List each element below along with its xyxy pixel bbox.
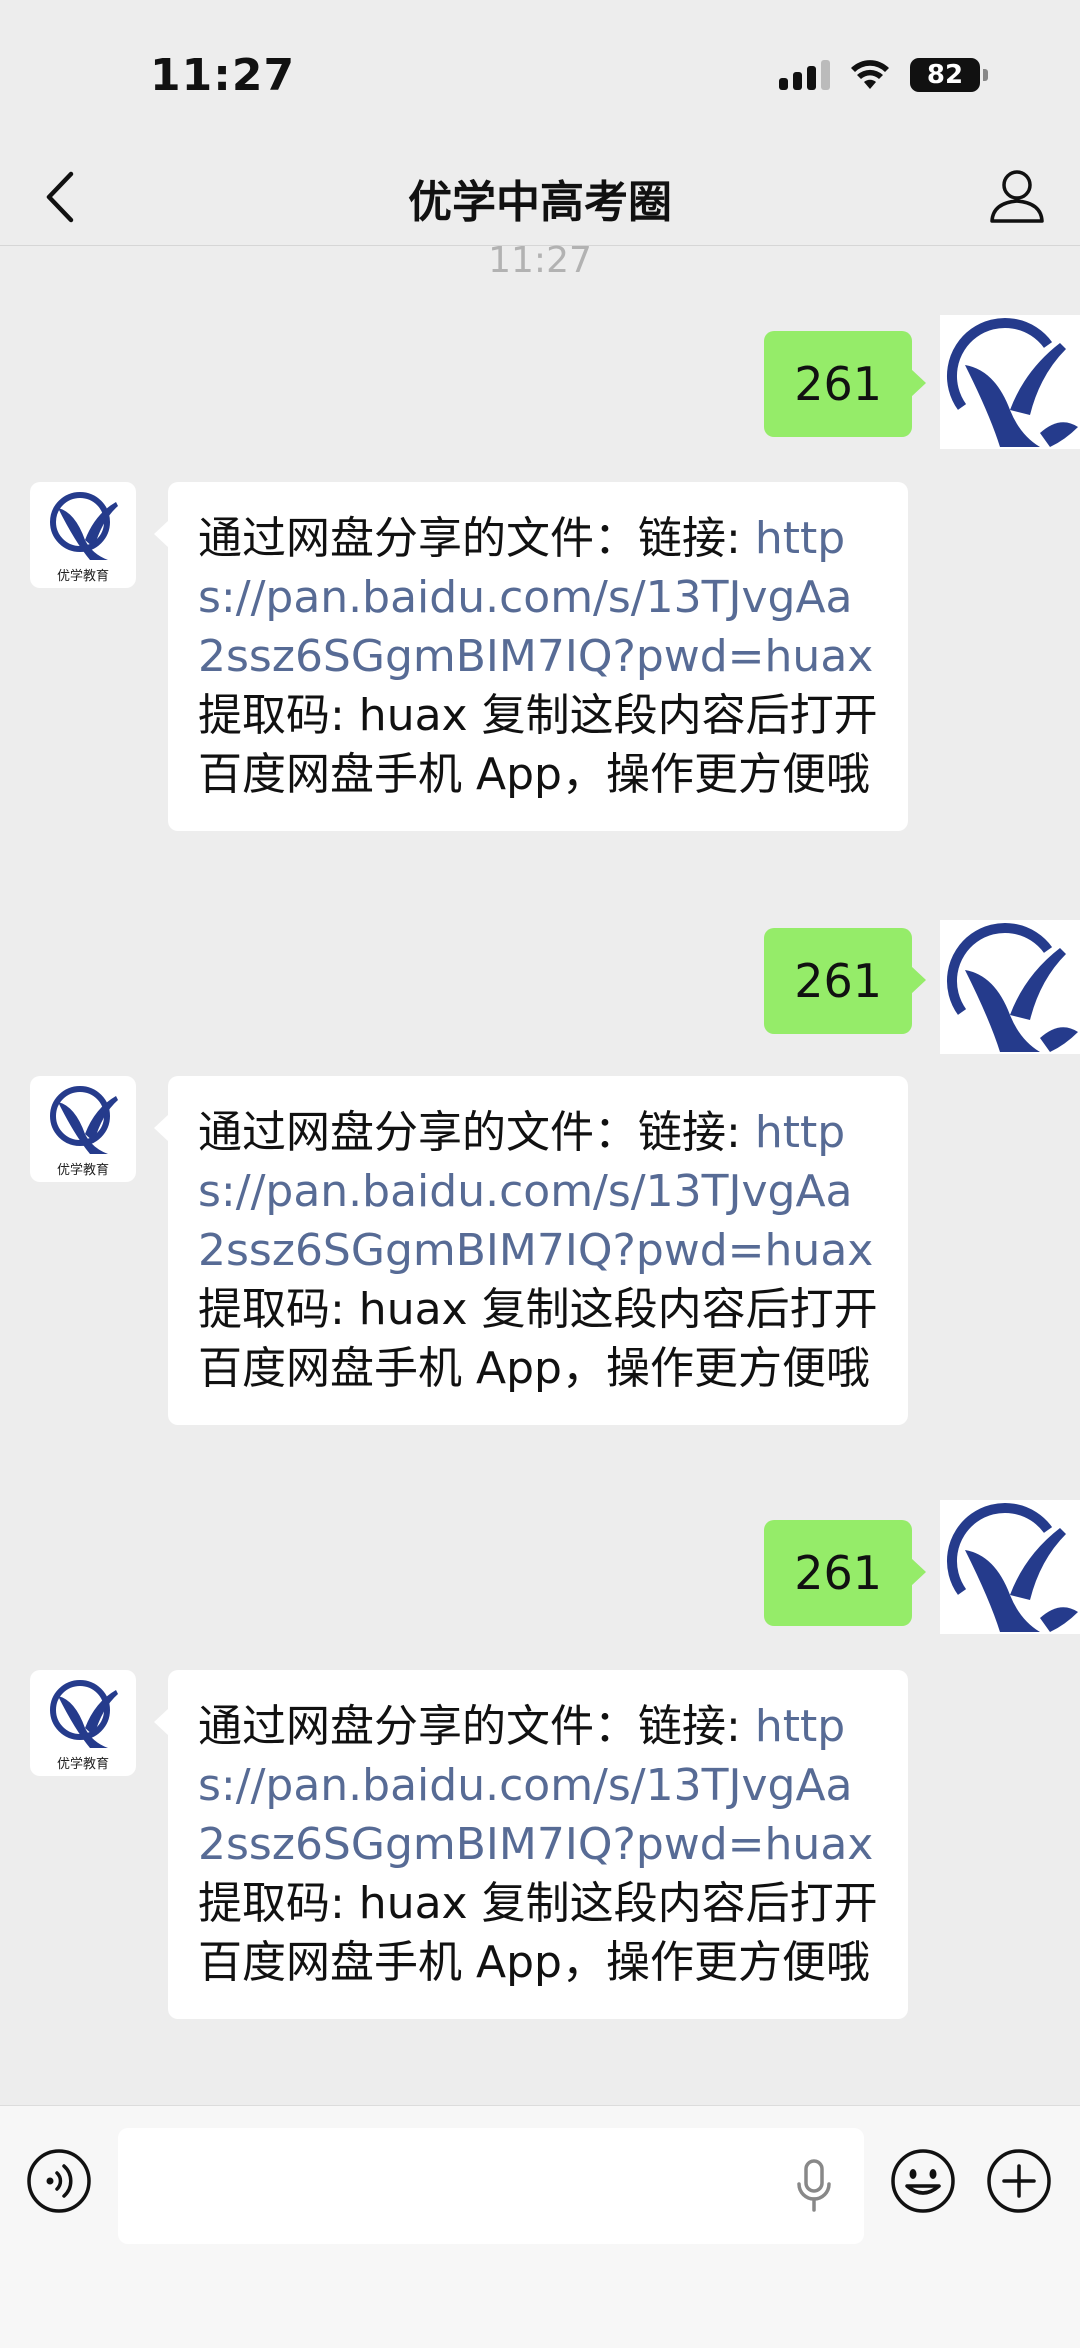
- status-icons: 82: [779, 58, 988, 92]
- sent-bubble[interactable]: 261: [764, 928, 926, 1034]
- status-time: 11:27: [150, 50, 296, 101]
- received-bubble[interactable]: 通过网盘分享的文件：链接: https://pan.baidu.com/s/13…: [154, 1076, 908, 1425]
- logo-icon: [947, 318, 1078, 447]
- contact-avatar[interactable]: 优学教育: [30, 1670, 136, 1776]
- sent-bubble[interactable]: 261: [764, 331, 926, 437]
- logo-icon: 优学教育: [50, 492, 118, 584]
- received-bubble[interactable]: 通过网盘分享的文件：链接: https://pan.baidu.com/s/13…: [154, 1670, 908, 2019]
- avatar-caption: 优学教育: [57, 1756, 109, 1772]
- sent-bubble[interactable]: 261: [764, 1520, 926, 1626]
- message-input[interactable]: [118, 2128, 864, 2244]
- person-icon: [990, 170, 1044, 223]
- status-bar: 11:27 82: [0, 0, 1080, 150]
- wifi-icon: [851, 60, 889, 89]
- plus-icon: [987, 2149, 1051, 2213]
- message-timestamp: 11:27: [488, 240, 592, 281]
- more-button[interactable]: [986, 2148, 1052, 2214]
- logo-icon: [947, 1503, 1078, 1632]
- avatar-caption: 优学教育: [57, 568, 109, 584]
- message-text: 提取码: huax 复制这段内容后打开百度网盘手机 App，操作更方便哦: [198, 690, 878, 800]
- battery-icon: 82: [910, 58, 988, 92]
- logo-icon: 优学教育: [50, 1680, 118, 1772]
- logo-icon: [947, 923, 1078, 1052]
- chat-info-button[interactable]: [982, 160, 1052, 230]
- contact-avatar[interactable]: 优学教育: [30, 482, 136, 588]
- emoji-icon: [891, 2149, 955, 2213]
- battery-level: 82: [926, 60, 964, 90]
- emoji-button[interactable]: [890, 2148, 956, 2214]
- message-text: 通过网盘分享的文件：链接:: [198, 1107, 755, 1158]
- received-bubble[interactable]: 通过网盘分享的文件：链接: https://pan.baidu.com/s/13…: [154, 482, 908, 831]
- chat-title: 优学中高考圈: [408, 177, 672, 228]
- my-avatar[interactable]: [940, 315, 1080, 449]
- message-text: 通过网盘分享的文件：链接:: [198, 513, 755, 564]
- microphone-icon: [797, 2159, 831, 2212]
- my-avatar[interactable]: [940, 1500, 1080, 1634]
- chat-header: 优学中高考圈: [0, 150, 1080, 246]
- my-avatar[interactable]: [940, 920, 1080, 1054]
- message-text: 通过网盘分享的文件：链接:: [198, 1701, 755, 1752]
- cellular-signal-icon: [779, 60, 830, 90]
- avatar-caption: 优学教育: [57, 1162, 109, 1178]
- contact-avatar[interactable]: 优学教育: [30, 1076, 136, 1182]
- voice-icon: [27, 2149, 91, 2213]
- message-text: 提取码: huax 复制这段内容后打开百度网盘手机 App，操作更方便哦: [198, 1284, 878, 1394]
- voice-mode-button[interactable]: [26, 2148, 92, 2214]
- message-text: 提取码: huax 复制这段内容后打开百度网盘手机 App，操作更方便哦: [198, 1878, 878, 1988]
- logo-icon: 优学教育: [50, 1086, 118, 1178]
- input-bar: [0, 2105, 1080, 2348]
- microphone-button[interactable]: [794, 2158, 834, 2214]
